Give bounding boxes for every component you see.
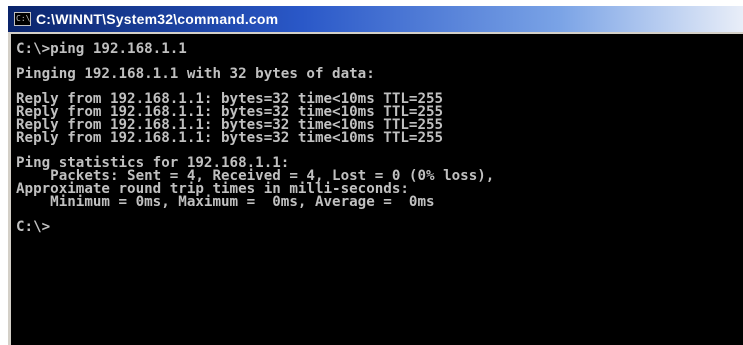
window-title: C:\WINNT\System32\command.com	[36, 11, 279, 27]
final-prompt-line[interactable]: C:\>	[16, 220, 743, 234]
console-icon[interactable]: C:\	[14, 12, 31, 26]
command-window[interactable]: C:\ C:\WINNT\System32\command.com C:\>pi…	[8, 6, 743, 345]
reply-line: Reply from 192.168.1.1: bytes=32 time<10…	[16, 130, 444, 146]
console-output[interactable]: C:\>ping 192.168.1.1 Pinging 192.168.1.1…	[11, 34, 743, 345]
title-bar[interactable]: C:\ C:\WINNT\System32\command.com	[8, 6, 743, 32]
rtt-values-line: Minimum = 0ms, Maximum = 0ms, Average = …	[16, 194, 435, 210]
pinging-line: Pinging 192.168.1.1 with 32 bytes of dat…	[16, 66, 375, 82]
prompt-command-line: C:\>ping 192.168.1.1	[16, 41, 187, 57]
